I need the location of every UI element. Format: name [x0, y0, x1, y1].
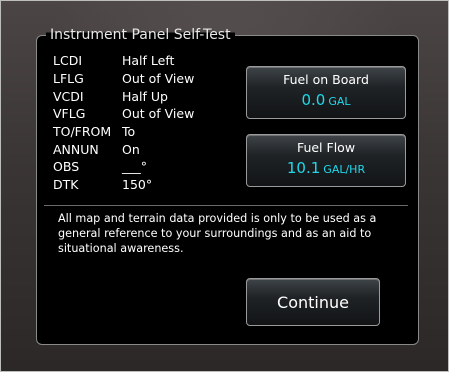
status-key: VFLG	[53, 106, 86, 122]
fuel-flow-readout: 10.1 GAL/HR	[247, 158, 405, 177]
status-value: ___°	[122, 159, 147, 175]
status-row-obs: OBS ___°	[53, 158, 233, 176]
status-value: Half Left	[122, 53, 175, 69]
status-row-dtk: DTK 150°	[53, 176, 233, 194]
status-key: ANNUN	[53, 141, 99, 157]
fuel-on-board-value: 0.0	[301, 91, 326, 109]
status-key: TO/FROM	[53, 124, 112, 140]
status-row-lcdi: LCDI Half Left	[53, 52, 233, 70]
status-value: Out of View	[122, 71, 195, 87]
continue-button[interactable]: Continue	[246, 278, 380, 326]
status-row-vcdi: VCDI Half Up	[53, 87, 233, 105]
status-value: 150°	[122, 177, 153, 193]
status-row-annun: ANNUN On	[53, 140, 233, 158]
status-row-to-from: TO/FROM To	[53, 123, 233, 141]
fuel-on-board-label: Fuel on Board	[283, 72, 369, 87]
terrain-disclaimer: All map and terrain data provided is onl…	[58, 212, 377, 255]
status-value: On	[122, 141, 140, 157]
status-list: LCDI Half Left LFLG Out of View VCDI Hal…	[53, 52, 233, 194]
status-row-vflg: VFLG Out of View	[53, 105, 233, 123]
status-key: DTK	[53, 177, 79, 193]
status-value: To	[122, 124, 136, 140]
status-key: LFLG	[53, 71, 84, 87]
status-value: Half Up	[122, 88, 168, 104]
divider	[44, 205, 408, 206]
fuel-flow-label: Fuel Flow	[296, 140, 356, 155]
fuel-flow-unit: GAL/HR	[323, 163, 366, 176]
status-key: OBS	[53, 159, 80, 175]
fuel-on-board-unit: GAL	[328, 95, 351, 108]
fuel-flow-button[interactable]: Fuel Flow 10.1 GAL/HR	[246, 134, 406, 187]
fuel-on-board-button[interactable]: Fuel on Board 0.0 GAL	[246, 66, 406, 119]
panel-title: Instrument Panel Self-Test	[46, 26, 235, 44]
status-value: Out of View	[122, 106, 195, 122]
status-key: LCDI	[53, 53, 83, 69]
fuel-on-board-readout: 0.0 GAL	[247, 90, 405, 109]
status-key: VCDI	[53, 88, 84, 104]
status-row-lflg: LFLG Out of View	[53, 70, 233, 88]
fuel-flow-value: 10.1	[286, 159, 321, 177]
